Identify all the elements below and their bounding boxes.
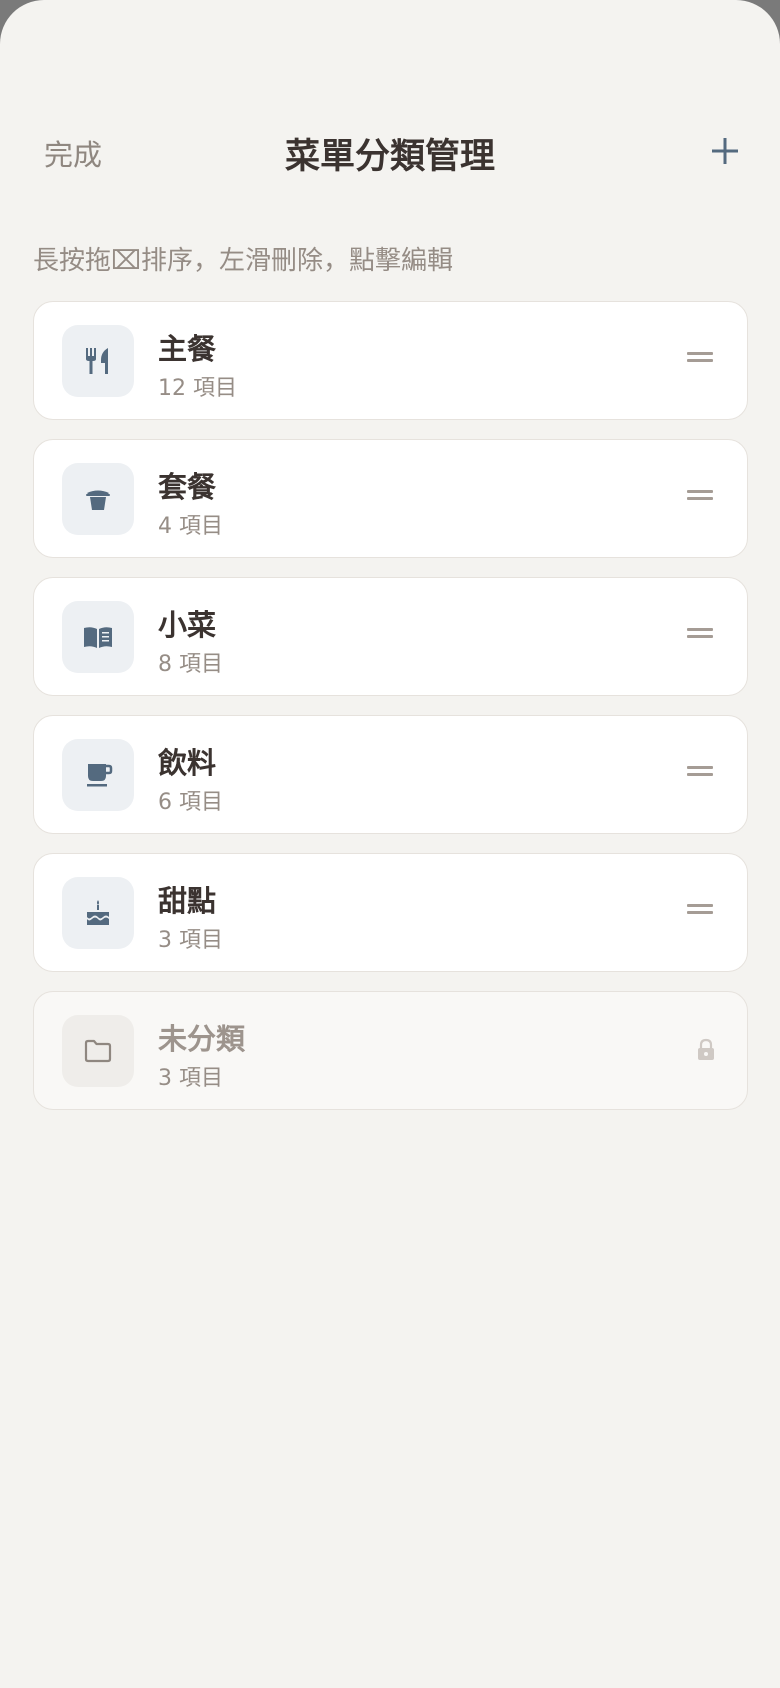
drag-handle-icon[interactable] [687, 766, 713, 780]
category-icon-box [62, 601, 134, 673]
lock-icon [698, 1038, 714, 1060]
cake-icon [87, 900, 109, 925]
category-card-drinks[interactable]: 飲料 6 項目 [33, 715, 748, 834]
category-count: 3 項目 [158, 1066, 223, 1091]
add-category-button[interactable] [708, 134, 742, 168]
category-name: 主餐 [158, 332, 217, 366]
drag-handle-icon[interactable] [687, 352, 713, 366]
coffee-cup-icon [87, 764, 113, 787]
category-name: 甜點 [158, 884, 217, 918]
category-count: 4 項目 [158, 514, 223, 539]
category-icon-box [62, 1015, 134, 1087]
category-card-uncategorized[interactable]: 未分類 3 項目 [33, 991, 748, 1110]
folder-icon [84, 1039, 112, 1063]
drag-handle-icon[interactable] [687, 490, 713, 504]
bento-box-icon [86, 490, 110, 510]
category-count: 8 項目 [158, 652, 223, 677]
category-card-main-course[interactable]: 主餐 12 項目 [33, 301, 748, 420]
category-icon-box [62, 463, 134, 535]
category-count: 3 項目 [158, 928, 223, 953]
category-card-dessert[interactable]: 甜點 3 項目 [33, 853, 748, 972]
fork-knife-icon [86, 348, 108, 374]
open-book-icon [84, 627, 112, 648]
category-icon-box [62, 325, 134, 397]
category-card-set-meal[interactable]: 套餐 4 項目 [33, 439, 748, 558]
category-name: 未分類 [158, 1022, 246, 1056]
category-count: 6 項目 [158, 790, 223, 815]
done-button[interactable]: 完成 [44, 132, 102, 174]
category-icon-box [62, 739, 134, 811]
screen: 完成 菜單分類管理 長按拖⌧排序，左滑刪除，點擊編輯 主餐 12 項目 套餐 4… [0, 0, 780, 1688]
drag-handle-icon[interactable] [687, 628, 713, 642]
category-name: 飲料 [158, 746, 217, 780]
category-list: 主餐 12 項目 套餐 4 項目 小菜 8 項目 飲料 6 項目 甜點 3 項目… [33, 301, 748, 1129]
category-name: 小菜 [158, 608, 217, 642]
category-name: 套餐 [158, 470, 217, 504]
plus-icon [712, 138, 738, 164]
drag-handle-icon[interactable] [687, 904, 713, 918]
category-icon-box [62, 877, 134, 949]
header: 完成 菜單分類管理 [0, 112, 780, 192]
instruction-hint: 長按拖⌧排序，左滑刪除，點擊編輯 [33, 246, 453, 276]
category-count: 12 項目 [158, 376, 237, 401]
category-card-side-dish[interactable]: 小菜 8 項目 [33, 577, 748, 696]
page-title: 菜單分類管理 [284, 137, 495, 177]
